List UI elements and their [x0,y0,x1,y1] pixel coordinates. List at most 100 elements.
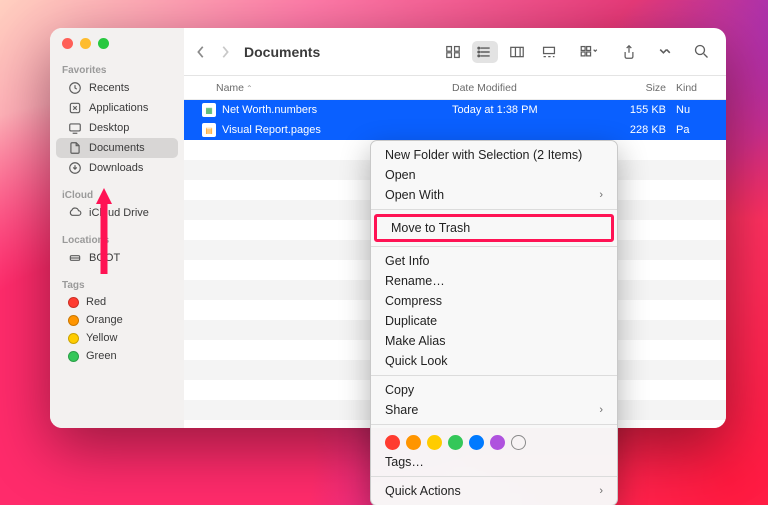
sidebar-item-label: Yellow [86,332,117,344]
context-menu: New Folder with Selection (2 Items) Open… [370,140,618,505]
sidebar-item-label: Desktop [89,122,129,134]
sidebar-heading-favorites: Favorites [50,61,184,78]
window-controls [50,38,184,61]
annotation-highlight: Move to Trash [374,214,614,242]
ctx-quick-look[interactable]: Quick Look [371,351,617,371]
sidebar-tag-red[interactable]: Red [56,293,178,311]
back-button[interactable] [196,45,206,59]
sidebar-heading-icloud: iCloud [50,186,184,203]
tag-dot-icon [68,297,79,308]
numbers-file-icon: ▦ [202,103,216,117]
file-row[interactable]: ▤ Visual Report.pages 228 KB Pa [184,120,726,140]
desktop-icon [68,121,82,135]
ctx-separator [371,476,617,477]
tag-color-blue[interactable] [469,435,484,450]
search-button[interactable] [688,41,714,63]
tag-dot-icon [68,315,79,326]
ctx-move-to-trash[interactable]: Move to Trash [377,217,611,239]
tag-color-red[interactable] [385,435,400,450]
tag-color-orange[interactable] [406,435,421,450]
column-headers: Name⌃ Date Modified Size Kind [184,76,726,100]
more-button[interactable] [652,41,678,63]
chevron-right-icon: › [599,485,603,497]
sidebar-item-icloud-drive[interactable]: iCloud Drive [56,203,178,223]
column-header-date[interactable]: Date Modified [452,82,602,94]
sidebar-item-desktop[interactable]: Desktop [56,118,178,138]
sidebar-item-label: Red [86,296,106,308]
doc-icon [68,141,82,155]
share-button[interactable] [616,41,642,63]
toolbar: Documents [184,28,726,76]
ctx-tags[interactable]: Tags… [371,452,617,472]
ctx-compress[interactable]: Compress [371,291,617,311]
sidebar-item-label: Downloads [89,162,143,174]
sidebar-item-label: Orange [86,314,123,326]
ctx-rename[interactable]: Rename… [371,271,617,291]
close-button[interactable] [62,38,73,49]
ctx-copy[interactable]: Copy [371,380,617,400]
ctx-make-alias[interactable]: Make Alias [371,331,617,351]
minimize-button[interactable] [80,38,91,49]
tag-color-green[interactable] [448,435,463,450]
ctx-quick-actions[interactable]: Quick Actions› [371,481,617,501]
view-gallery-button[interactable] [536,41,562,63]
view-columns-button[interactable] [504,41,530,63]
sidebar-item-recents[interactable]: Recents [56,78,178,98]
ctx-new-folder-selection[interactable]: New Folder with Selection (2 Items) [371,145,617,165]
ctx-separator [371,424,617,425]
column-header-size[interactable]: Size [602,82,676,94]
chevron-right-icon: › [599,404,603,416]
zoom-button[interactable] [98,38,109,49]
sidebar-heading-locations: Locations [50,231,184,248]
sidebar-item-downloads[interactable]: Downloads [56,158,178,178]
window-title: Documents [244,44,320,60]
group-by-button[interactable] [572,41,606,63]
column-header-kind[interactable]: Kind [676,82,726,94]
tag-color-none[interactable] [511,435,526,450]
sidebar-item-applications[interactable]: Applications [56,98,178,118]
file-kind: Nu [676,104,726,116]
file-size: 155 KB [602,104,676,116]
ctx-get-info[interactable]: Get Info [371,251,617,271]
file-kind: Pa [676,124,726,136]
view-icons-button[interactable] [440,41,466,63]
file-date: Today at 1:38 PM [452,104,602,116]
sidebar: Favorites Recents Applications Desktop D… [50,28,184,428]
sidebar-tag-orange[interactable]: Orange [56,311,178,329]
ctx-share[interactable]: Share› [371,400,617,420]
file-row[interactable]: ▦ Net Worth.numbers Today at 1:38 PM 155 … [184,100,726,120]
tag-color-purple[interactable] [490,435,505,450]
ctx-open-with[interactable]: Open With› [371,185,617,205]
pages-file-icon: ▤ [202,123,216,137]
tag-color-yellow[interactable] [427,435,442,450]
sidebar-tag-green[interactable]: Green [56,347,178,365]
annotation-arrow [95,188,113,274]
view-switcher [440,41,562,63]
sidebar-item-documents[interactable]: Documents [56,138,178,158]
sidebar-item-label: Green [86,350,117,362]
forward-button[interactable] [220,45,230,59]
sidebar-item-label: Recents [89,82,129,94]
chevron-right-icon: › [599,189,603,201]
sidebar-item-label: Documents [89,142,145,154]
ctx-separator [371,375,617,376]
ctx-open[interactable]: Open [371,165,617,185]
file-name: Visual Report.pages [222,124,321,136]
view-list-button[interactable] [472,41,498,63]
tag-dot-icon [68,333,79,344]
app-icon [68,101,82,115]
sidebar-item-label: Applications [89,102,148,114]
cloud-icon [68,206,82,220]
sidebar-item-boot[interactable]: BOOT [56,248,178,268]
clock-icon [68,81,82,95]
file-name: Net Worth.numbers [222,104,317,116]
tag-dot-icon [68,351,79,362]
ctx-tag-colors [371,429,617,452]
ctx-separator [371,209,617,210]
file-size: 228 KB [602,124,676,136]
sidebar-heading-tags: Tags [50,276,184,293]
download-icon [68,161,82,175]
column-header-name[interactable]: Name⌃ [184,82,452,94]
sidebar-tag-yellow[interactable]: Yellow [56,329,178,347]
ctx-duplicate[interactable]: Duplicate [371,311,617,331]
